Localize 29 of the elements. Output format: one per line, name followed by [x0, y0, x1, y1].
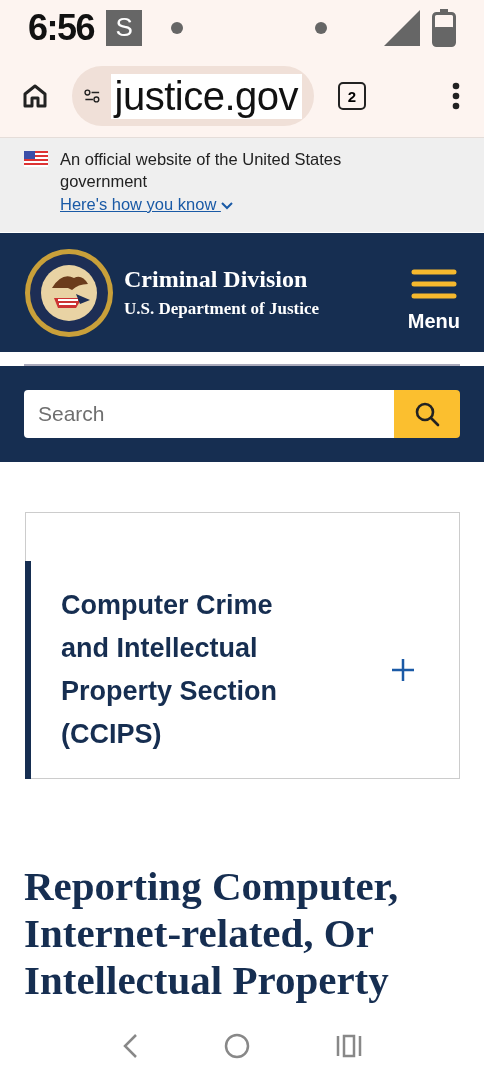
notification-dot-icon	[314, 20, 328, 35]
plus-icon	[391, 658, 415, 682]
chevron-icon	[220, 201, 233, 210]
address-bar[interactable]: justice.gov	[72, 66, 314, 126]
signal-icon	[384, 9, 420, 46]
notification-dot-icon	[170, 20, 185, 35]
seal-icon	[24, 247, 114, 338]
notification-badge: S	[106, 9, 143, 46]
tab-count-button[interactable]: 2	[338, 82, 366, 110]
recent-apps-icon[interactable]	[336, 1034, 362, 1058]
site-title[interactable]: Criminal Division	[124, 266, 408, 293]
home-button-icon[interactable]	[224, 1033, 250, 1059]
accordion-item[interactable]: Computer Crime and Intellectual Property Section (CCIPS)	[25, 561, 459, 779]
flag-icon	[24, 151, 48, 167]
more-options-icon[interactable]	[452, 82, 460, 110]
home-icon[interactable]	[22, 83, 48, 109]
search-icon	[414, 401, 440, 427]
search-button[interactable]	[394, 390, 460, 438]
battery-icon	[432, 8, 456, 47]
menu-icon	[410, 268, 457, 300]
menu-button[interactable]: Menu	[407, 268, 460, 333]
site-settings-icon[interactable]	[84, 86, 101, 106]
site-subtitle: U.S. Department of Justice	[124, 299, 320, 319]
status-time: 6:56	[28, 6, 95, 49]
back-icon[interactable]	[122, 1033, 138, 1059]
search-field[interactable]: Search	[24, 390, 394, 438]
official-website-notice: An official website of the United States government	[60, 149, 343, 192]
page-heading: Reporting Computer, Internet-related, Or Intellectual Property	[24, 863, 400, 1004]
how-you-know-link[interactable]: Here's how you know	[60, 192, 233, 216]
